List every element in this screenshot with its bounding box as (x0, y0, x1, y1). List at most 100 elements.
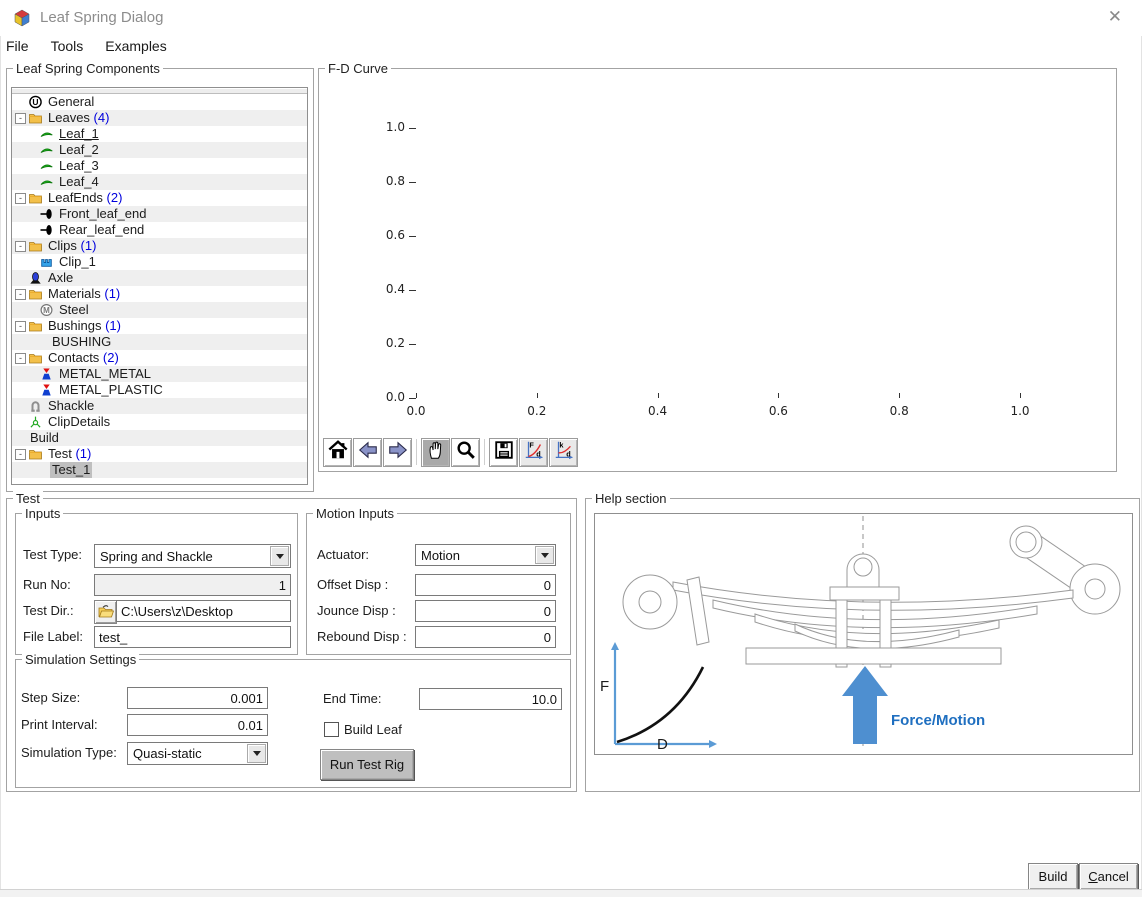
menu-file[interactable]: File (6, 38, 29, 54)
y-tick-mark (409, 236, 416, 237)
fd-plot-button[interactable]: Fd (519, 438, 548, 467)
tree-item-front_leaf_end[interactable]: Front_leaf_end (12, 206, 307, 222)
tree-item-leaves[interactable]: -Leaves (4) (12, 110, 307, 126)
tree-item-test_1[interactable]: Test_1 (12, 462, 307, 478)
jounce-disp-field[interactable] (415, 600, 556, 622)
tree-item-label: General (46, 94, 96, 110)
tree-item-leaf_3[interactable]: Leaf_3 (12, 158, 307, 174)
chevron-down-icon (276, 554, 284, 559)
folder-icon (28, 287, 43, 301)
tree-item-label: ClipDetails (46, 414, 112, 430)
actuator-dropdown-button[interactable] (535, 546, 554, 564)
back-button[interactable] (353, 438, 382, 467)
expander-minus-icon[interactable]: - (15, 193, 26, 204)
build-leaf-checkbox[interactable] (324, 722, 339, 737)
offset-disp-field[interactable] (415, 574, 556, 596)
tree-item-build[interactable]: Build (12, 430, 307, 446)
tree-item-label: Test (1) (46, 446, 93, 462)
disp-axis-label: D (657, 736, 668, 753)
chevron-down-icon (253, 751, 261, 756)
zoom-button[interactable] (451, 438, 480, 467)
run-test-rig-button[interactable]: Run Test Rig (320, 749, 414, 780)
tree-item-count: (1) (72, 446, 92, 461)
end-time-field[interactable] (419, 688, 562, 710)
y-tick-label: 0.6 (375, 228, 405, 242)
tree-item-count: (2) (103, 190, 123, 205)
expander-minus-icon[interactable]: - (15, 289, 26, 300)
tree-item-leaf_2[interactable]: Leaf_2 (12, 142, 307, 158)
expander-minus-icon[interactable]: - (15, 241, 26, 252)
expander-minus-icon[interactable]: - (15, 113, 26, 124)
tree-item-general[interactable]: UGeneral (12, 94, 307, 110)
x-tick-mark (416, 393, 417, 398)
window-title: Leaf Spring Dialog (40, 9, 163, 26)
fd-icon: Fd (523, 439, 545, 466)
cancel-button[interactable]: Cancel (1079, 863, 1138, 890)
tree-item-bushings[interactable]: -Bushings (1) (12, 318, 307, 334)
contact-icon (39, 383, 54, 397)
tree-item-shackle[interactable]: Shackle (12, 398, 307, 414)
tree-item-metal_plastic[interactable]: METAL_PLASTIC (12, 382, 307, 398)
tree-item-clips[interactable]: -Clips (1) (12, 238, 307, 254)
y-tick-mark (409, 290, 416, 291)
tree-item-clip_1[interactable]: Clip_1 (12, 254, 307, 270)
tree-item-axle[interactable]: Axle (12, 270, 307, 286)
close-icon[interactable]: ✕ (1108, 7, 1122, 27)
expander-minus-icon[interactable]: - (15, 449, 26, 460)
clipdetails-icon (28, 415, 43, 429)
title-bar: Leaf Spring Dialog ✕ (0, 0, 1142, 36)
tree-item-contacts[interactable]: -Contacts (2) (12, 350, 307, 366)
build-leaf-label: Build Leaf (344, 722, 402, 737)
test-type-select[interactable]: Spring and Shackle (94, 544, 291, 568)
leaf-icon (39, 175, 54, 189)
tree-item-label: Clip_1 (57, 254, 98, 270)
forward-button[interactable] (383, 438, 412, 467)
test-type-value: Spring and Shackle (100, 549, 213, 564)
simulation-type-dropdown-button[interactable] (247, 744, 266, 763)
motion-inputs-group: Motion Inputs Actuator: Motion Offset Di… (306, 513, 571, 655)
tree-item-label: Leaf_2 (57, 142, 101, 158)
clip-icon (39, 255, 54, 269)
tree-item-leafends[interactable]: -LeafEnds (2) (12, 190, 307, 206)
folder-icon (28, 239, 43, 253)
tree-item-steel[interactable]: MSteel (12, 302, 307, 318)
x-tick-mark (1020, 393, 1021, 398)
tree-item-label: Leaf_3 (57, 158, 101, 174)
browse-folder-button[interactable] (94, 600, 117, 624)
tree-item-bushing[interactable]: BUSHING (12, 334, 307, 350)
tree-item-clipdetails[interactable]: ClipDetails (12, 414, 307, 430)
tree-item-leaf_1[interactable]: Leaf_1 (12, 126, 307, 142)
menu-tools[interactable]: Tools (51, 38, 84, 54)
file-label-label: File Label: (23, 629, 83, 644)
axle-icon (28, 271, 43, 285)
actuator-value: Motion (421, 548, 460, 563)
test-dir-field[interactable] (116, 600, 291, 622)
test-type-dropdown-button[interactable] (270, 546, 289, 566)
actuator-select[interactable]: Motion (415, 544, 556, 566)
tree-item-leaf_4[interactable]: Leaf_4 (12, 174, 307, 190)
build-button[interactable]: Build (1028, 863, 1078, 890)
tree-item-label: METAL_METAL (57, 366, 153, 382)
home-button[interactable] (323, 438, 352, 467)
tree-item-count: (1) (77, 238, 97, 253)
simulation-type-select[interactable]: Quasi-static (127, 742, 268, 765)
tree-item-label: Leaf_1 (57, 126, 101, 142)
svg-text:k: k (559, 440, 564, 449)
expander-minus-icon[interactable]: - (15, 321, 26, 332)
save-button[interactable] (489, 438, 518, 467)
expander-minus-icon[interactable]: - (15, 353, 26, 364)
y-tick-label: 0.4 (375, 282, 405, 296)
tree-item-materials[interactable]: -Materials (1) (12, 286, 307, 302)
pan-button[interactable] (421, 438, 450, 467)
y-tick-mark (409, 182, 416, 183)
print-interval-field[interactable] (127, 714, 268, 736)
simulation-type-value: Quasi-static (133, 746, 202, 761)
menu-examples[interactable]: Examples (105, 38, 166, 54)
kd-plot-button[interactable]: kd (549, 438, 578, 467)
tree-item-metal_metal[interactable]: METAL_METAL (12, 366, 307, 382)
tree-item-rear_leaf_end[interactable]: Rear_leaf_end (12, 222, 307, 238)
tree-item-label: Shackle (46, 398, 96, 414)
rebound-disp-field[interactable] (415, 626, 556, 648)
file-label-field[interactable] (94, 626, 291, 648)
tree-item-test[interactable]: - Test (1) (12, 446, 307, 462)
